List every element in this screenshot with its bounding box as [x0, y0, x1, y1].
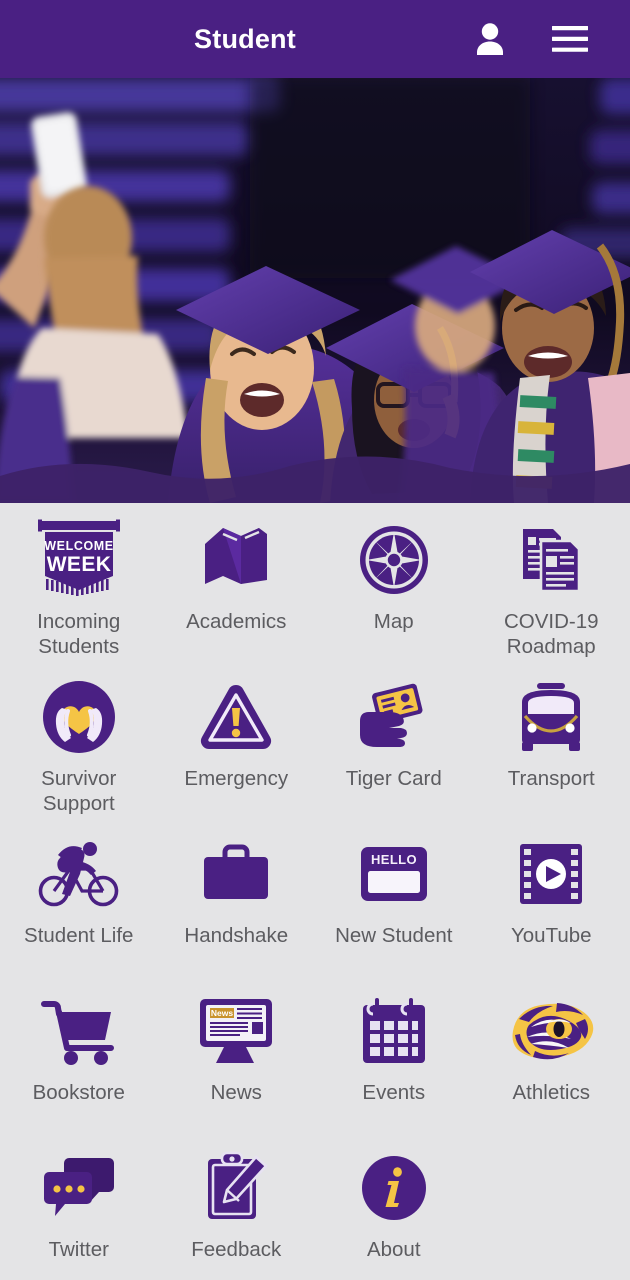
chat-bubbles-icon [33, 1145, 125, 1231]
tile-label: Incoming Students [37, 610, 121, 658]
tile-label: Student Life [24, 924, 134, 947]
tile-map[interactable]: Map [315, 509, 473, 666]
info-circle-icon [348, 1145, 440, 1231]
app-root: Student WELCOME WEEK Incoming Students A… [0, 0, 630, 1280]
tile-news[interactable]: News News [158, 980, 316, 1137]
tile-tiger-card[interactable]: Tiger Card [315, 666, 473, 823]
tile-student-life[interactable]: Student Life [0, 823, 158, 980]
tile-label: Emergency [184, 767, 289, 790]
tile-about[interactable]: About [315, 1137, 473, 1280]
header-actions [470, 0, 630, 78]
tile-academics[interactable]: Academics [158, 509, 316, 666]
tile-transport[interactable]: Transport [473, 666, 630, 823]
svg-text:News: News [211, 1008, 233, 1018]
clipboard-pencil-icon [190, 1145, 282, 1231]
tile-label: YouTube [510, 924, 592, 947]
warning-triangle-icon [190, 674, 282, 760]
tile-survivor-support[interactable]: Survivor Support [0, 666, 158, 823]
tile-label: Handshake [184, 924, 289, 947]
cyclist-icon [33, 831, 125, 917]
tile-twitter[interactable]: Twitter [0, 1137, 158, 1280]
tile-label: Bookstore [32, 1081, 125, 1104]
tile-label: New Student [335, 924, 453, 947]
shortcut-grid: WELCOME WEEK Incoming Students Academics… [0, 509, 630, 1280]
desktop-news-icon: News [190, 988, 282, 1074]
tiger-eye-icon [505, 988, 597, 1074]
hello-name-badge-icon: HELLO [348, 831, 440, 917]
tile-events[interactable]: Events [315, 980, 473, 1137]
tile-feedback[interactable]: Feedback [158, 1137, 316, 1280]
person-icon[interactable] [470, 17, 510, 61]
tile-label: Map [373, 610, 414, 633]
tile-label: Academics [186, 610, 287, 633]
tile-incoming-students[interactable]: WELCOME WEEK Incoming Students [0, 509, 158, 666]
film-play-icon [505, 831, 597, 917]
briefcase-icon [190, 831, 282, 917]
svg-text:WEEK: WEEK [46, 553, 111, 576]
hands-heart-icon [33, 674, 125, 760]
calendar-icon [348, 988, 440, 1074]
tile-emergency[interactable]: Emergency [158, 666, 316, 823]
tile-label: Events [362, 1081, 426, 1104]
tile-label: Survivor Support [41, 767, 117, 815]
tile-new-student[interactable]: HELLO New Student [315, 823, 473, 980]
hamburger-menu-icon[interactable] [550, 17, 590, 61]
tile-label: Transport [507, 767, 595, 790]
books-icon [190, 517, 282, 603]
tile-label: Tiger Card [345, 767, 442, 790]
tile-label: News [210, 1081, 262, 1104]
tile-label: Feedback [191, 1238, 282, 1261]
tile-label: COVID-19 Roadmap [503, 610, 599, 658]
tile-label: About [366, 1238, 421, 1261]
hand-id-card-icon [348, 674, 440, 760]
hero-banner-image [0, 78, 630, 503]
svg-text:WELCOME: WELCOME [44, 539, 113, 553]
tile-bookstore[interactable]: Bookstore [0, 980, 158, 1137]
tile-handshake[interactable]: Handshake [158, 823, 316, 980]
tile-athletics[interactable]: Athletics [473, 980, 630, 1137]
shortcut-grid-container: WELCOME WEEK Incoming Students Academics… [0, 503, 630, 1280]
welcome-week-banner-icon: WELCOME WEEK [33, 517, 125, 603]
tile-label: Athletics [512, 1081, 590, 1104]
app-header: Student [0, 0, 630, 78]
graduation-photo [0, 78, 630, 503]
tile-label: Twitter [48, 1238, 109, 1261]
documents-icon [505, 517, 597, 603]
tile-youtube[interactable]: YouTube [473, 823, 630, 980]
tile-covid-19-roadmap[interactable]: COVID-19 Roadmap [473, 509, 630, 666]
svg-text:HELLO: HELLO [371, 852, 417, 867]
tile-empty-slot [473, 1137, 630, 1280]
compass-icon [348, 517, 440, 603]
bus-icon [505, 674, 597, 760]
shopping-cart-icon [33, 988, 125, 1074]
